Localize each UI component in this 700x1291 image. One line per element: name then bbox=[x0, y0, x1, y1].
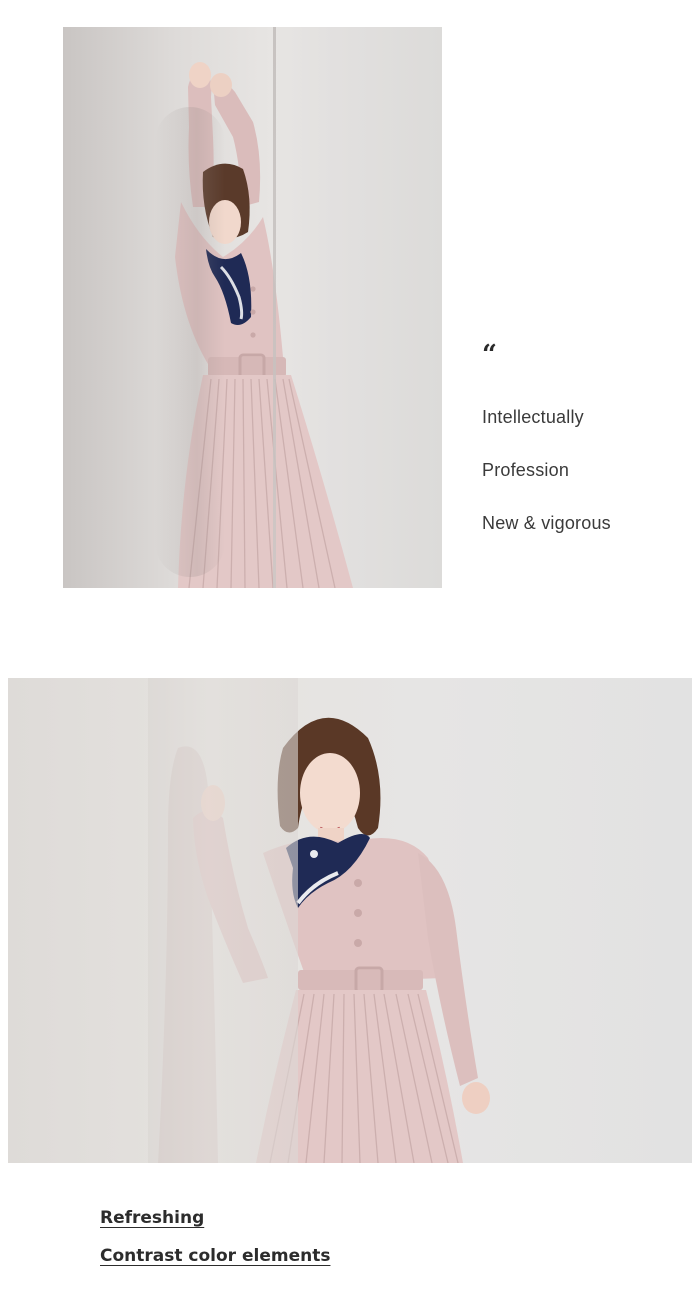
quote-line-intellectually: Intellectually bbox=[482, 407, 584, 427]
quote-line-profession: Profession bbox=[482, 460, 570, 480]
model-figure-2 bbox=[158, 717, 490, 1163]
photo-woman-leaning bbox=[8, 678, 692, 1163]
model-figure-1 bbox=[175, 62, 353, 588]
caption-contrast-color-elements: Contrast color elements bbox=[100, 1246, 331, 1266]
caption-refreshing: Refreshing bbox=[100, 1208, 205, 1228]
photo-woman-arms-raised bbox=[63, 27, 442, 588]
quote-line-new-vigorous: New & vigorous bbox=[482, 513, 611, 533]
wall-corner bbox=[273, 27, 276, 588]
wall-pillar bbox=[148, 678, 298, 1163]
quote-mark: “ bbox=[482, 340, 497, 370]
wall-shadow bbox=[155, 107, 225, 577]
